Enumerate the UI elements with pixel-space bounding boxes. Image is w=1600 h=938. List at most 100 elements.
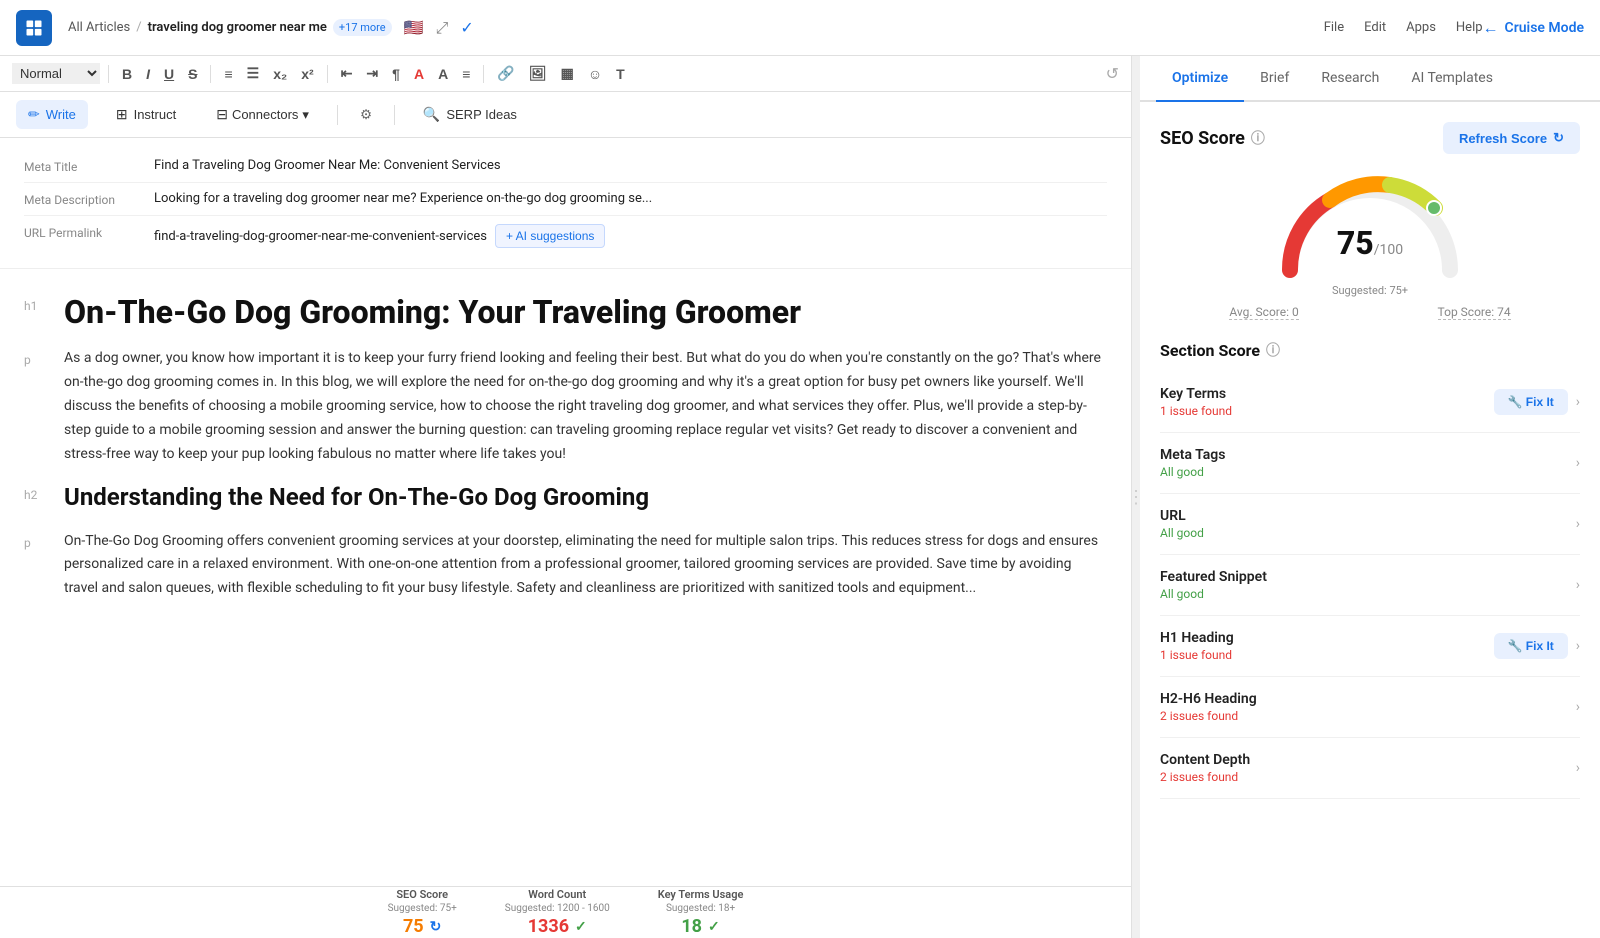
breadcrumb-current: traveling dog groomer near me [148,20,327,35]
instruct-button[interactable]: ⊞ Instruct [104,100,188,129]
tab-ai-templates[interactable]: AI Templates [1395,56,1509,102]
word-count-label: Word Count [528,888,586,901]
score-item-chevron-icon[interactable]: › [1576,394,1580,410]
image-button[interactable]: 🖼 [524,62,552,85]
top-score-label[interactable]: Top Score: 74 [1438,305,1511,320]
serp-ideas-button[interactable]: 🔍 SERP Ideas [411,100,529,129]
gauge-number: 75 [1337,224,1374,262]
p1-line: p As a dog owner, you know how important… [24,347,1107,466]
topbar-menu: File Edit Apps Help [1324,20,1483,35]
score-item-status: 1 issue found [1160,648,1234,662]
seo-score-label: SEO Score [396,888,448,901]
menu-file[interactable]: File [1324,20,1344,35]
meta-title-value[interactable]: Find a Traveling Dog Groomer Near Me: Co… [154,158,1107,173]
ordered-list-button[interactable]: ≡ [219,63,237,85]
meta-title-row: Meta Title Find a Traveling Dog Groomer … [24,150,1107,183]
h2-heading[interactable]: Understanding the Need for On-The-Go Dog… [64,482,649,513]
gauge-container: 75/100 Suggested: 75+ [1160,170,1580,297]
content-area[interactable]: h1 On-The-Go Dog Grooming: Your Travelin… [0,269,1131,886]
indent-left-button[interactable]: ⇤ [336,62,358,85]
score-item-chevron-icon[interactable]: › [1576,455,1580,471]
subtoolbar-separator-1 [337,105,338,125]
connectors-icon: ⊟ [216,106,228,123]
avg-score-item: Avg. Score: 0 [1229,305,1298,320]
score-item-name: Featured Snippet [1160,569,1267,585]
score-item: Featured SnippetAll good› [1160,555,1580,616]
indent-right-button[interactable]: ⇥ [361,62,383,85]
tab-optimize[interactable]: Optimize [1156,56,1244,102]
superscript-button[interactable]: x² [296,63,318,85]
strikethrough-button[interactable]: S [183,63,202,85]
bold-button[interactable]: B [117,63,137,85]
connectors-button[interactable]: ⊟ Connectors ▾ [204,100,321,129]
highlight-button[interactable]: A [433,63,453,85]
font-color-button[interactable]: A [409,63,429,85]
special-chars-button[interactable]: T [611,63,630,85]
paragraph-button[interactable]: ¶ [387,63,405,85]
meta-url-value[interactable]: find-a-traveling-dog-groomer-near-me-con… [154,229,487,244]
history-icon[interactable]: ↺ [1106,64,1119,83]
word-count-status: Word Count Suggested: 1200 - 1600 1336 ✓ [505,888,610,937]
more-articles-badge[interactable]: +17 more [333,19,392,36]
score-item-chevron-icon[interactable]: › [1576,699,1580,715]
fix-it-button[interactable]: 🔧 Fix It [1494,389,1568,415]
menu-help[interactable]: Help [1456,20,1483,35]
tab-brief[interactable]: Brief [1244,56,1305,102]
breadcrumb: All Articles / traveling dog groomer nea… [68,18,1308,38]
section-score-info-icon[interactable]: ⓘ [1266,340,1280,360]
check-icon[interactable]: ✓ [460,18,473,37]
p2-paragraph[interactable]: On-The-Go Dog Grooming offers convenient… [64,530,1107,601]
language-flag[interactable]: 🇺🇸 [404,18,424,37]
score-item: Meta TagsAll good› [1160,433,1580,494]
connectors-chevron-icon: ▾ [302,107,309,123]
breadcrumb-link[interactable]: All Articles [68,20,130,35]
write-button[interactable]: ✏ Write [16,100,88,129]
score-item-chevron-icon[interactable]: › [1576,577,1580,593]
menu-apps[interactable]: Apps [1406,20,1436,35]
underline-button[interactable]: U [159,63,179,85]
link-button[interactable]: 🔗 [492,62,519,85]
p1-paragraph[interactable]: As a dog owner, you know how important i… [64,347,1107,466]
score-item-name: Content Depth [1160,752,1250,768]
meta-section: Meta Title Find a Traveling Dog Groomer … [0,138,1131,269]
style-select[interactable]: Normal Heading 1 Heading 2 [12,63,100,84]
score-item-chevron-icon[interactable]: › [1576,516,1580,532]
score-items-list: Key Terms1 issue found🔧 Fix It›Meta Tags… [1160,372,1580,799]
h2-line: h2 Understanding the Need for On-The-Go … [24,482,1107,513]
seo-score-title-text: SEO Score [1160,128,1245,149]
menu-edit[interactable]: Edit [1364,20,1386,35]
key-terms-value: 18 [681,916,702,937]
meta-desc-value[interactable]: Looking for a traveling dog groomer near… [154,191,1107,206]
p1-tag: p [24,347,48,367]
breadcrumb-separator: / [136,20,141,35]
refresh-score-icon[interactable]: ↻ [430,919,442,935]
score-item-chevron-icon[interactable]: › [1576,638,1580,654]
ai-suggestions-button[interactable]: + AI suggestions [495,224,605,248]
italic-button[interactable]: I [141,63,155,85]
avg-score-label[interactable]: Avg. Score: 0 [1229,305,1298,320]
write-label: Write [46,107,76,122]
editor-subtoolbar: ✏ Write ⊞ Instruct ⊟ Connectors ▾ ⚙ 🔍 SE… [0,92,1131,138]
settings-button[interactable]: ⚙ [354,101,378,129]
meta-url-value-container: find-a-traveling-dog-groomer-near-me-con… [154,224,1107,248]
panel-splitter[interactable] [1132,56,1140,938]
cruise-mode-button[interactable]: ← Cruise Mode [1483,18,1584,38]
score-item-chevron-icon[interactable]: › [1576,760,1580,776]
align-button[interactable]: ≡ [457,63,475,85]
key-terms-suggested: Suggested: 18+ [666,903,735,914]
subscript-button[interactable]: x₂ [268,63,292,85]
share-icon[interactable]: ⤢ [436,18,449,38]
table-button[interactable]: ▦ [556,62,579,85]
refresh-score-button[interactable]: Refresh Score ↻ [1443,122,1580,154]
refresh-score-icon: ↻ [1553,130,1564,146]
fix-it-button[interactable]: 🔧 Fix It [1494,633,1568,659]
emoji-button[interactable]: ☺ [583,63,607,85]
tab-research[interactable]: Research [1305,56,1395,102]
serp-icon: 🔍 [423,106,440,123]
h1-heading[interactable]: On-The-Go Dog Grooming: Your Traveling G… [64,293,801,331]
app-logo[interactable] [16,10,52,46]
unordered-list-button[interactable]: ☰ [242,62,265,85]
key-terms-value-container: 18 ✓ [681,916,719,937]
seo-score-title: SEO Score ⓘ [1160,128,1265,149]
seo-score-info-icon[interactable]: ⓘ [1251,128,1265,148]
